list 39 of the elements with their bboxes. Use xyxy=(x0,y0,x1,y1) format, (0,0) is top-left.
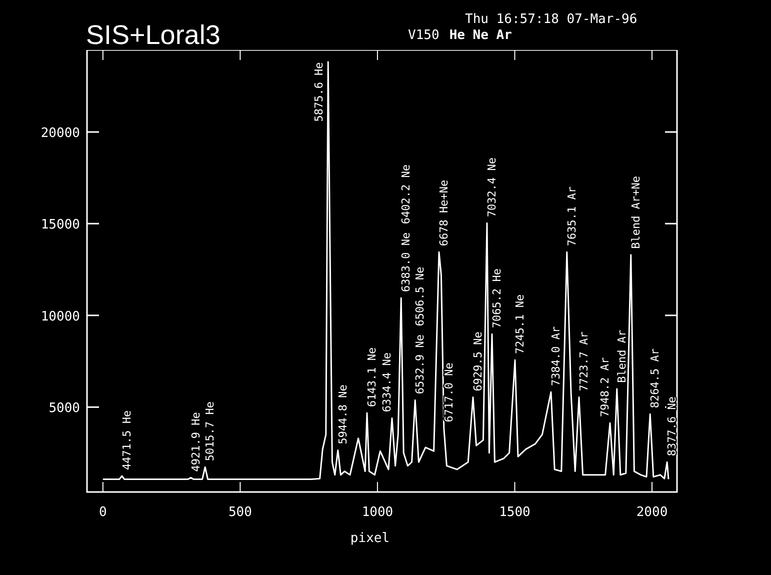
line-label: 7384.0 Ar xyxy=(550,326,562,386)
axis-tick-label: 15000 xyxy=(40,218,80,233)
timestamp: Thu 16:57:18 07-Mar-96 xyxy=(465,12,638,28)
line-label: 6334.4 Ne xyxy=(380,352,394,412)
line-label: 7948.2 Ar xyxy=(598,357,612,417)
instrument-label: V150 xyxy=(408,28,440,44)
line-label: 5015.7 He xyxy=(204,402,217,462)
line-label: 4921.9 He xyxy=(189,412,202,472)
line-label: 6506.5 Ne xyxy=(414,266,427,326)
line-label: 6717.0 Ne xyxy=(442,362,456,422)
line-label: 7065.2 He xyxy=(490,268,504,328)
line-label: 6678 He+Ne xyxy=(438,180,450,246)
axis-tick-label: 1000 xyxy=(362,505,394,520)
axis-tick-label: 20000 xyxy=(40,126,80,141)
line-label: 8377.6 Ne xyxy=(666,396,679,456)
line-label: 7032.4 Ne xyxy=(486,158,498,218)
axis-tick-label: 5000 xyxy=(48,401,80,416)
axis-tick-label: 1500 xyxy=(499,505,530,520)
line-label: 7635.1 Ar xyxy=(565,186,578,246)
axis-tick-label: 2000 xyxy=(636,505,668,520)
line-label: 6532.9 Ne xyxy=(414,334,427,394)
line-label: 6402.2 Ne xyxy=(400,164,413,224)
axis-tick-label: 0 xyxy=(99,505,107,520)
line-label: 8264.5 Ar xyxy=(648,348,662,408)
line-label: 6383.0 Ne xyxy=(400,232,413,292)
line-label: 5944.8 Ne xyxy=(336,384,350,444)
lamp-label: He Ne Ar xyxy=(449,28,512,44)
plot-title: SIS+Loral3 xyxy=(86,20,222,50)
line-label: 7245.1 Ne xyxy=(514,294,526,354)
line-label: 6929.5 Ne xyxy=(472,332,484,392)
line-label: 5875.6 He xyxy=(312,62,326,122)
line-label: Blend Ar+Ne xyxy=(629,176,642,249)
line-label: 6143.1 Ne xyxy=(366,347,378,407)
axis-tick-label: 500 xyxy=(228,505,252,520)
line-label: 4471.5 He xyxy=(120,410,134,470)
axis-label: pixel xyxy=(350,531,390,546)
line-label: Blend Ar xyxy=(615,330,628,383)
axis-tick-label: 10000 xyxy=(40,309,80,324)
line-label: 7723.7 Ar xyxy=(578,332,590,392)
